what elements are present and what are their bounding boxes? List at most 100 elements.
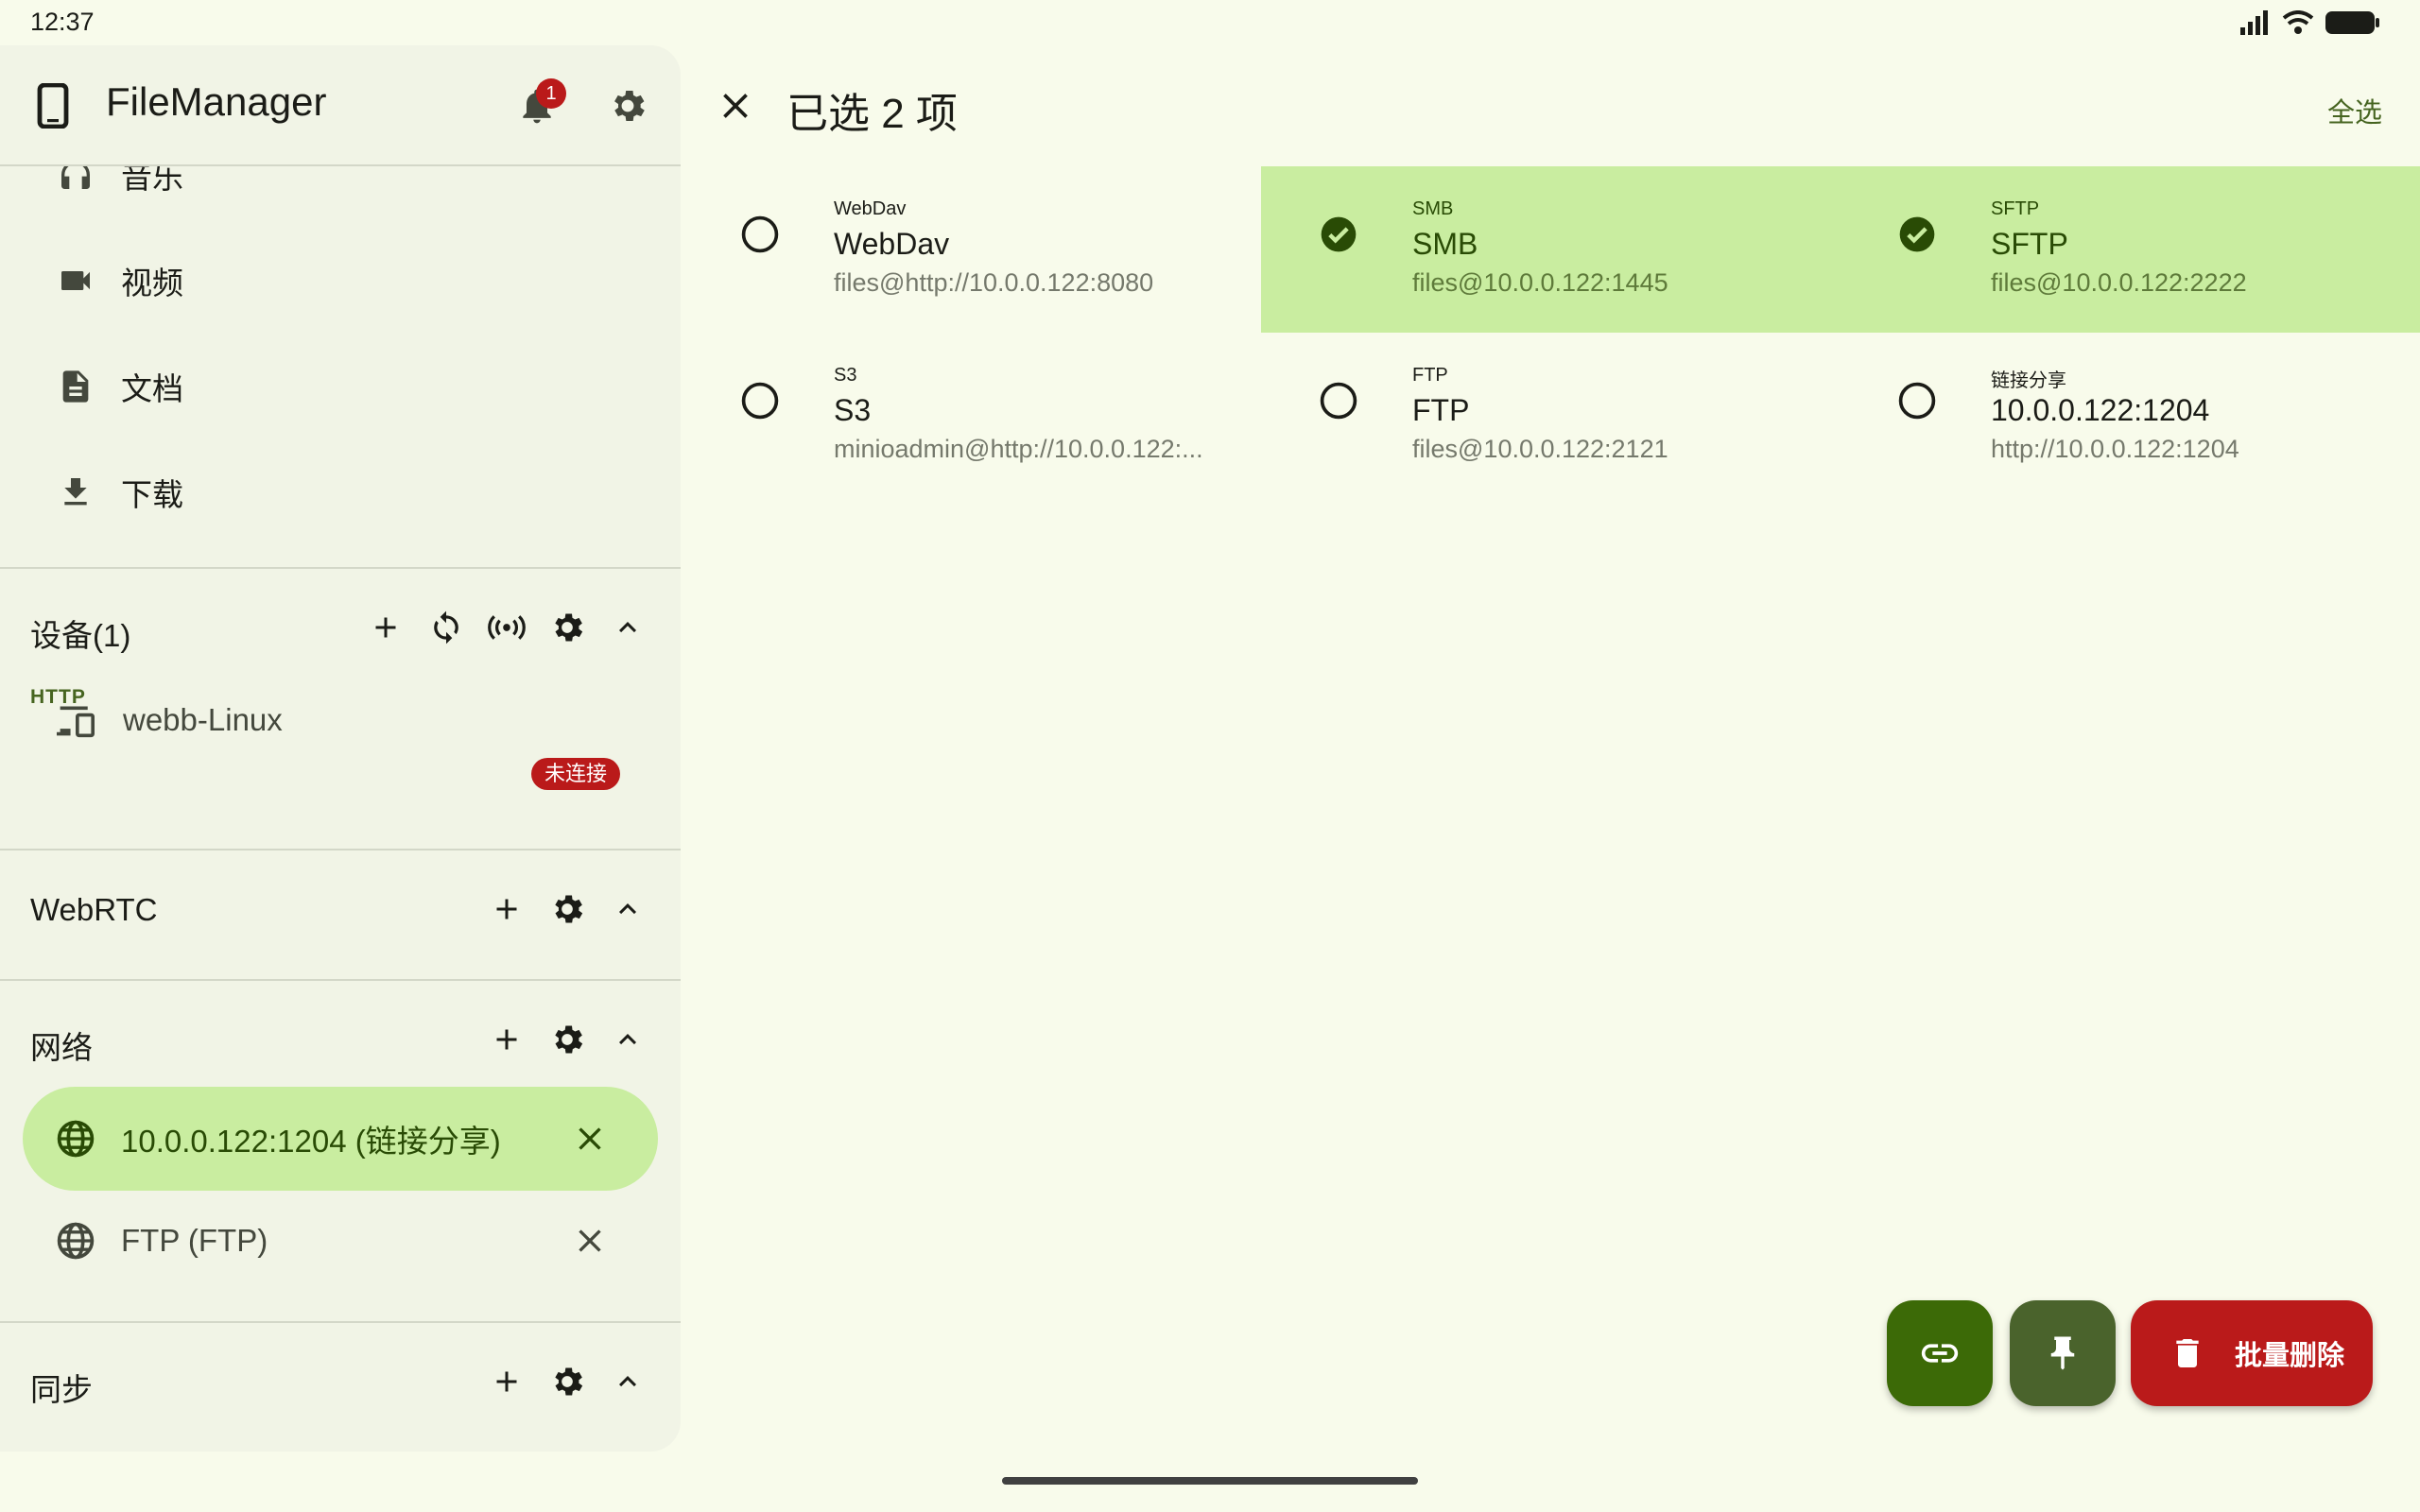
server-type: SFTP [1991, 198, 2040, 219]
section-title-devices: 设备(1) [30, 618, 131, 653]
server-type: S3 [834, 365, 857, 386]
close-selection-icon[interactable] [715, 85, 756, 127]
close-icon[interactable] [571, 1222, 609, 1260]
webrtc-settings-button[interactable] [537, 879, 597, 939]
network-settings-button[interactable] [537, 1009, 597, 1070]
settings-gear-icon[interactable] [607, 85, 648, 127]
devices-settings-button[interactable] [537, 597, 597, 658]
sync-actions [476, 1351, 658, 1412]
server-address: minioadmin@http://10.0.0.122:... [834, 435, 1203, 463]
select-all-button[interactable]: 全选 [2327, 91, 2382, 130]
server-address: http://10.0.0.122:1204 [1991, 435, 2239, 463]
radio-unchecked-icon[interactable] [739, 214, 781, 255]
chevron-up-icon [619, 1376, 636, 1387]
nav-item-downloads[interactable]: 下载 [57, 464, 183, 521]
webrtc-actions [476, 879, 658, 939]
server-type: FTP [1412, 365, 1448, 386]
server-card-ftp[interactable]: FTP FTP files@10.0.0.122:2121 [1261, 333, 1840, 499]
server-address: files@10.0.0.122:2222 [1991, 268, 2247, 297]
server-type: SMB [1412, 198, 1454, 219]
radio-unchecked-icon[interactable] [1318, 380, 1359, 421]
nav-item-documents[interactable]: 文档 [57, 358, 183, 415]
network-item-link-share[interactable]: 10.0.0.122:1204 (链接分享) [23, 1087, 658, 1191]
broadcast-icon [488, 615, 526, 640]
chevron-up-icon [619, 622, 636, 633]
collapse-network-button[interactable] [597, 1009, 658, 1070]
phone-icon [37, 83, 69, 129]
broadcast-button[interactable] [476, 597, 537, 658]
close-icon[interactable] [571, 1120, 609, 1158]
server-card-webdav[interactable]: WebDav WebDav files@http://10.0.0.122:80… [683, 166, 1261, 333]
drawer-header: FileManager 1 [0, 45, 681, 166]
trash-icon [2176, 1339, 2199, 1367]
section-title-webrtc: WebRTC [30, 892, 158, 927]
network-item-label: 10.0.0.122:1204 (链接分享) [121, 1124, 501, 1159]
collapse-sync-button[interactable] [597, 1351, 658, 1412]
pin-button[interactable] [2010, 1300, 2116, 1406]
chevron-up-icon [619, 903, 636, 915]
gear-icon [555, 895, 583, 923]
gear-icon [555, 1367, 583, 1396]
section-title-sync: 同步 [30, 1372, 93, 1407]
devices-icon [57, 706, 95, 738]
nav-item-label: 下载 [121, 477, 183, 512]
plus-icon [375, 617, 396, 638]
chevron-up-icon [619, 1034, 636, 1045]
devices-actions [355, 597, 658, 658]
signal-icon [2240, 10, 2268, 35]
batch-delete-label: 批量删除 [2235, 1341, 2345, 1371]
navigation-drawer: 音乐 视频 文档 下载 FileManager 1 设备(1) HTTP web… [0, 45, 681, 1452]
server-address: files@10.0.0.122:1445 [1412, 268, 1668, 297]
videocam-icon [61, 271, 90, 290]
refresh-devices-button[interactable] [416, 597, 476, 658]
pin-icon [2050, 1336, 2075, 1370]
nav-item-label: 视频 [121, 266, 183, 301]
nav-item-label: 文档 [121, 371, 183, 406]
battery-icon [2325, 11, 2379, 34]
nav-item-video[interactable]: 视频 [57, 252, 183, 309]
server-card-sftp[interactable]: SFTP SFTP files@10.0.0.122:2222 [1840, 166, 2420, 333]
home-indicator[interactable] [1002, 1477, 1418, 1485]
add-network-button[interactable] [476, 1009, 537, 1070]
server-name: FTP [1412, 393, 1470, 427]
share-link-button[interactable] [1887, 1300, 1993, 1406]
divider [0, 567, 681, 569]
server-name: 10.0.0.122:1204 [1991, 393, 2210, 427]
server-type: WebDav [834, 198, 907, 219]
globe-icon [57, 1120, 95, 1158]
collapse-devices-button[interactable] [597, 597, 658, 658]
server-address: files@10.0.0.122:2121 [1412, 435, 1668, 463]
gear-icon [555, 1025, 583, 1054]
server-card-smb[interactable]: SMB SMB files@10.0.0.122:1445 [1261, 166, 1840, 333]
add-sync-button[interactable] [476, 1351, 537, 1412]
check-circle-icon[interactable] [1318, 214, 1359, 255]
server-name: S3 [834, 393, 872, 427]
sync-settings-button[interactable] [537, 1351, 597, 1412]
wifi-icon [2282, 10, 2314, 34]
batch-delete-button[interactable]: 批量删除 [2131, 1300, 2373, 1406]
status-badge: 未连接 [531, 758, 621, 790]
divider [0, 979, 681, 981]
radio-unchecked-icon[interactable] [1896, 380, 1938, 421]
app-title: FileManager [106, 79, 327, 124]
status-bar: 12:37 [0, 0, 2420, 43]
status-time: 12:37 [30, 8, 95, 36]
check-circle-icon[interactable] [1896, 214, 1938, 255]
section-title-network: 网络 [30, 1030, 93, 1065]
add-webrtc-button[interactable] [476, 879, 537, 939]
server-card-link-share[interactable]: 链接分享 10.0.0.122:1204 http://10.0.0.122:1… [1840, 333, 2420, 499]
status-icons [2240, 9, 2380, 36]
collapse-webrtc-button[interactable] [597, 879, 658, 939]
server-card-s3[interactable]: S3 S3 minioadmin@http://10.0.0.122:... [683, 333, 1261, 499]
sync-icon [434, 610, 458, 644]
server-name: SFTP [1991, 227, 2068, 261]
add-device-button[interactable] [355, 597, 416, 658]
server-name: WebDav [834, 227, 950, 261]
server-address: files@http://10.0.0.122:8080 [834, 268, 1154, 297]
network-item-ftp[interactable]: FTP (FTP) [23, 1189, 658, 1293]
radio-unchecked-icon[interactable] [739, 380, 781, 421]
device-item[interactable]: webb-Linux [53, 701, 283, 739]
gear-icon [555, 613, 583, 642]
server-name: SMB [1412, 227, 1478, 261]
plus-icon [496, 1029, 517, 1050]
